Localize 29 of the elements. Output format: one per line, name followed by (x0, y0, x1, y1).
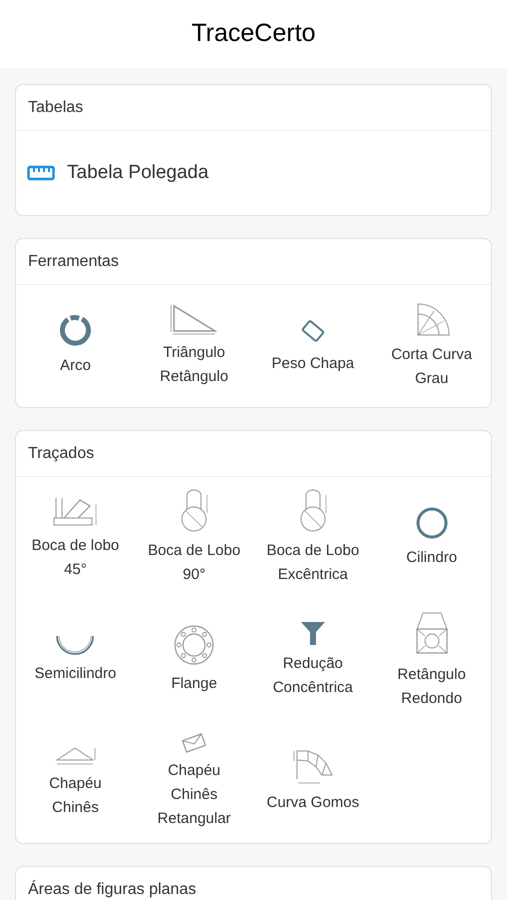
tool-tile[interactable]: Flange (134, 599, 254, 721)
tool-tile[interactable]: Retângulo Redondo (372, 599, 491, 721)
tool-tile[interactable]: Chapéu Chinês (16, 721, 135, 843)
section-title: Ferramentas (28, 252, 119, 272)
ring-icon (58, 314, 92, 348)
tool-tile[interactable]: Redução Concêntrica (254, 599, 372, 721)
tool-tile[interactable]: Semicilindro (16, 599, 135, 721)
ruler-icon (27, 165, 55, 181)
tool-tile[interactable]: Boca de Lobo Excêntrica (254, 477, 372, 599)
list-item[interactable]: Tabela Polegada (16, 131, 491, 215)
section-title: Traçados (28, 444, 94, 464)
tool-tile[interactable]: Curva Gomos (254, 721, 372, 843)
tool-tile[interactable]: Cilindro (372, 477, 491, 599)
semicircle-icon (55, 634, 96, 656)
section-title: Tabelas (28, 98, 84, 118)
tool-tile[interactable]: Boca de Lobo 90° (134, 477, 254, 599)
app-title: TraceCerto (191, 18, 316, 50)
funnel-icon (300, 620, 326, 646)
tool-tile[interactable]: Corta Curva Grau (372, 285, 491, 407)
tool-tile[interactable]: Arco (16, 285, 135, 407)
tool-tile[interactable]: Chapéu Chinês Retangular (134, 721, 254, 843)
tool-tile[interactable]: Boca de lobo 45° (16, 477, 135, 599)
flange-icon (173, 624, 216, 666)
tool-tile[interactable]: Peso Chapa (254, 285, 372, 407)
circle-icon (414, 506, 449, 540)
section-title: Áreas de figuras planas (28, 879, 196, 900)
envelope-icon (181, 733, 208, 753)
tool-tile[interactable]: Triângulo Retângulo (134, 285, 254, 407)
triangle-icon (170, 303, 218, 335)
